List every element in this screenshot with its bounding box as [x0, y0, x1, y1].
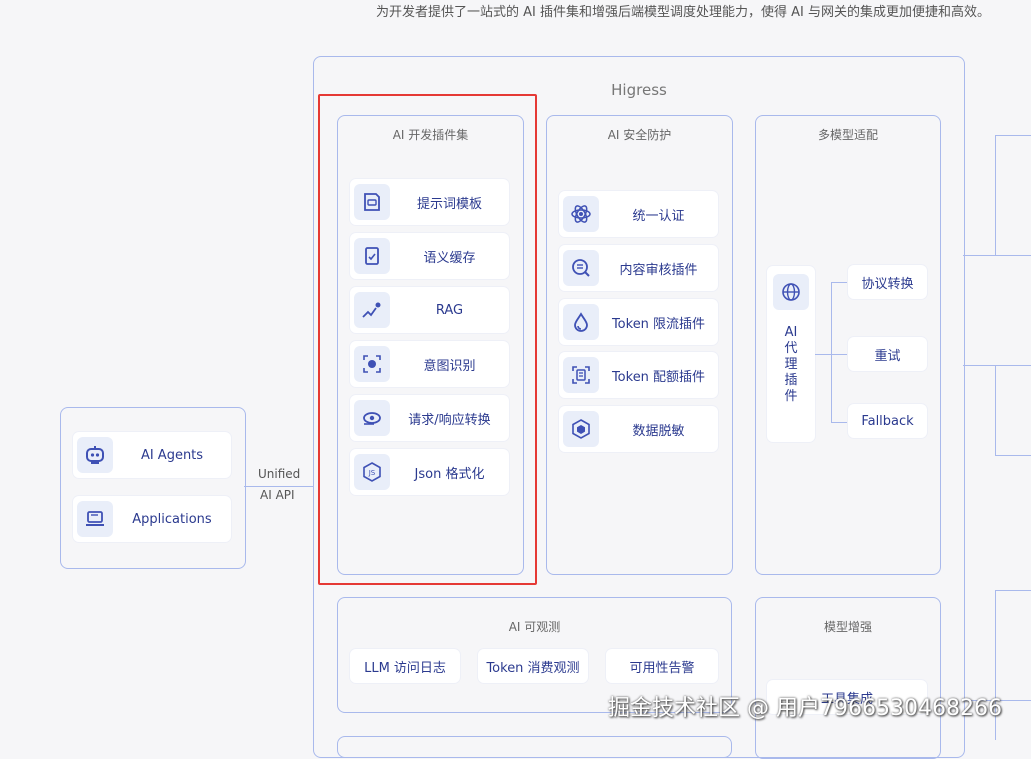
token-quota-label: Token 配额插件	[611, 369, 706, 385]
security-panel: AI 安全防护	[546, 115, 733, 575]
cube-icon	[563, 411, 599, 447]
connector-label-2: AI API	[260, 488, 295, 502]
globe-icon	[773, 274, 809, 310]
content-review-icon	[563, 250, 599, 286]
proxy-branch-h	[815, 354, 831, 355]
ai-proxy-label: AI 代 理 插 件	[784, 325, 798, 404]
ai-agents-label: AI Agents	[140, 447, 204, 463]
right-connector-2	[995, 365, 996, 455]
data-masking-label: 数据脱敏	[632, 423, 685, 439]
highlight-box	[318, 94, 537, 585]
security-title: AI 安全防护	[607, 128, 672, 142]
retry-pill[interactable]: 重试	[848, 337, 927, 371]
token-consumption-pill[interactable]: Token 消费观测	[478, 649, 588, 683]
right-connector-3a	[995, 590, 1031, 591]
laptop-icon	[77, 501, 113, 537]
robot-icon	[77, 437, 113, 473]
observability-title: AI 可观测	[508, 620, 561, 634]
clients-panel: AI Agents Applications	[60, 407, 246, 569]
availability-alert-pill[interactable]: 可用性告警	[606, 649, 718, 683]
bottom-partial-panel	[337, 736, 732, 758]
token-quota-card[interactable]: Token 配额插件	[559, 352, 718, 398]
right-connector-2b	[995, 455, 1031, 456]
proxy-branch-v	[831, 282, 832, 422]
applications-card[interactable]: Applications	[73, 496, 231, 542]
branch-line-3	[831, 422, 849, 423]
applications-label: Applications	[132, 511, 212, 527]
unified-auth-label: 统一认证	[632, 208, 685, 224]
fallback-pill[interactable]: Fallback	[848, 404, 927, 438]
top-caption: 为开发者提供了一站式的 AI 插件集和增强后端模型调度处理能力，使得 AI 与网…	[376, 5, 990, 20]
token-rate-limit-card[interactable]: Token 限流插件	[559, 299, 718, 345]
atom-lock-icon	[563, 196, 599, 232]
branch-line-2	[831, 354, 849, 355]
ai-agents-card[interactable]: AI Agents	[73, 432, 231, 478]
connector-line	[244, 486, 314, 487]
token-rate-limit-label: Token 限流插件	[611, 316, 706, 332]
content-review-card[interactable]: 内容审核插件	[559, 245, 718, 291]
drop-icon	[563, 304, 599, 340]
multi-model-title: 多模型适配	[817, 128, 878, 142]
branch-line-1	[831, 282, 849, 283]
connector-label-1: Unified	[258, 467, 301, 481]
protocol-convert-pill[interactable]: 协议转换	[848, 265, 927, 299]
content-review-label: 内容审核插件	[619, 262, 698, 278]
model-enhance-title: 模型增强	[823, 620, 872, 634]
right-connector-1b	[963, 255, 1031, 256]
llm-access-log-pill[interactable]: LLM 访问日志	[350, 649, 460, 683]
quota-icon	[563, 357, 599, 393]
right-connector-1a	[995, 135, 1031, 136]
model-enhance-panel: 模型增强	[755, 597, 941, 759]
unified-auth-card[interactable]: 统一认证	[559, 191, 718, 237]
right-connector-2a	[963, 365, 1031, 366]
data-masking-card[interactable]: 数据脱敏	[559, 406, 718, 452]
right-connector-1	[995, 135, 996, 255]
watermark: 掘金技术社区 @ 用户7966530468266	[608, 696, 1002, 721]
